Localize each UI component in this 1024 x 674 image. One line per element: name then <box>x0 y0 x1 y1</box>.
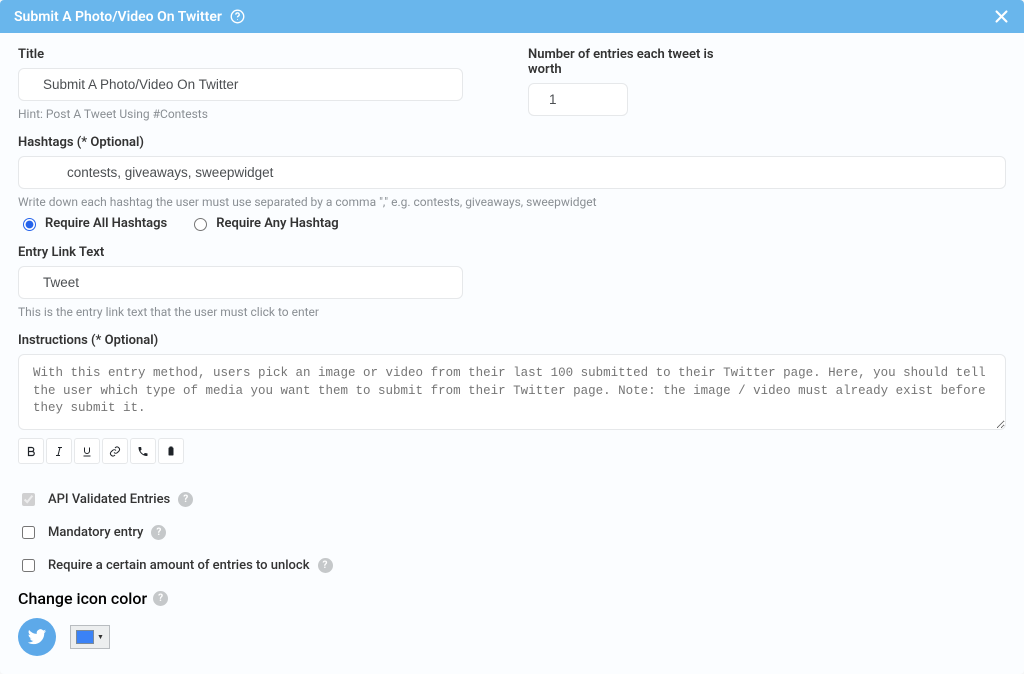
title-hint: Hint: Post A Tweet Using #Contests <box>18 107 463 121</box>
bold-button[interactable] <box>18 438 44 464</box>
link-button[interactable] <box>102 438 128 464</box>
unlock-checkbox[interactable] <box>22 559 35 572</box>
help-icon[interactable]: ? <box>178 492 193 507</box>
api-validated-checkbox-label: API Validated Entries <box>18 490 170 509</box>
modal-header: Submit A Photo/Video On Twitter <box>0 0 1024 33</box>
title-label: Title <box>18 47 463 62</box>
modal-title: Submit A Photo/Video On Twitter <box>14 9 222 25</box>
help-icon[interactable] <box>230 9 245 24</box>
api-validated-checkbox <box>22 493 35 506</box>
entry-link-label: Entry Link Text <box>18 245 463 260</box>
hashtags-hint: Write down each hashtag the user must us… <box>18 195 1006 209</box>
title-input[interactable] <box>18 68 463 101</box>
editor-toolbar <box>18 438 1006 464</box>
instructions-label: Instructions (* Optional) <box>18 333 1006 348</box>
require-all-radio-label[interactable]: Require All Hashtags <box>18 215 167 231</box>
help-icon[interactable]: ? <box>151 525 166 540</box>
italic-button[interactable] <box>46 438 72 464</box>
entry-link-hint: This is the entry link text that the use… <box>18 305 463 319</box>
entries-label: Number of entries each tweet is worth <box>528 47 728 77</box>
hashtags-label: Hashtags (* Optional) <box>18 135 1006 150</box>
color-swatch <box>76 630 94 644</box>
require-any-radio-label[interactable]: Require Any Hashtag <box>189 215 338 231</box>
help-icon[interactable]: ? <box>318 558 333 573</box>
modal: Submit A Photo/Video On Twitter Title Hi… <box>0 0 1024 674</box>
entries-input[interactable] <box>528 83 628 116</box>
help-icon[interactable]: ? <box>153 591 168 606</box>
hashtags-input[interactable] <box>18 156 1006 189</box>
close-icon[interactable] <box>993 8 1010 25</box>
entry-link-input[interactable] <box>18 266 463 299</box>
instructions-textarea[interactable] <box>18 354 1006 430</box>
mandatory-checkbox[interactable] <box>22 526 35 539</box>
unlock-checkbox-label[interactable]: Require a certain amount of entries to u… <box>18 556 310 575</box>
clipboard-button[interactable] <box>158 438 184 464</box>
underline-button[interactable] <box>74 438 100 464</box>
twitter-icon <box>18 618 56 656</box>
modal-body: Title Hint: Post A Tweet Using #Contests… <box>0 33 1024 674</box>
require-all-radio[interactable] <box>23 218 36 231</box>
mandatory-checkbox-label[interactable]: Mandatory entry <box>18 523 143 542</box>
phone-button[interactable] <box>130 438 156 464</box>
icon-color-label: Change icon color <box>18 589 147 608</box>
chevron-down-icon: ▼ <box>97 633 104 641</box>
require-any-radio[interactable] <box>194 218 207 231</box>
